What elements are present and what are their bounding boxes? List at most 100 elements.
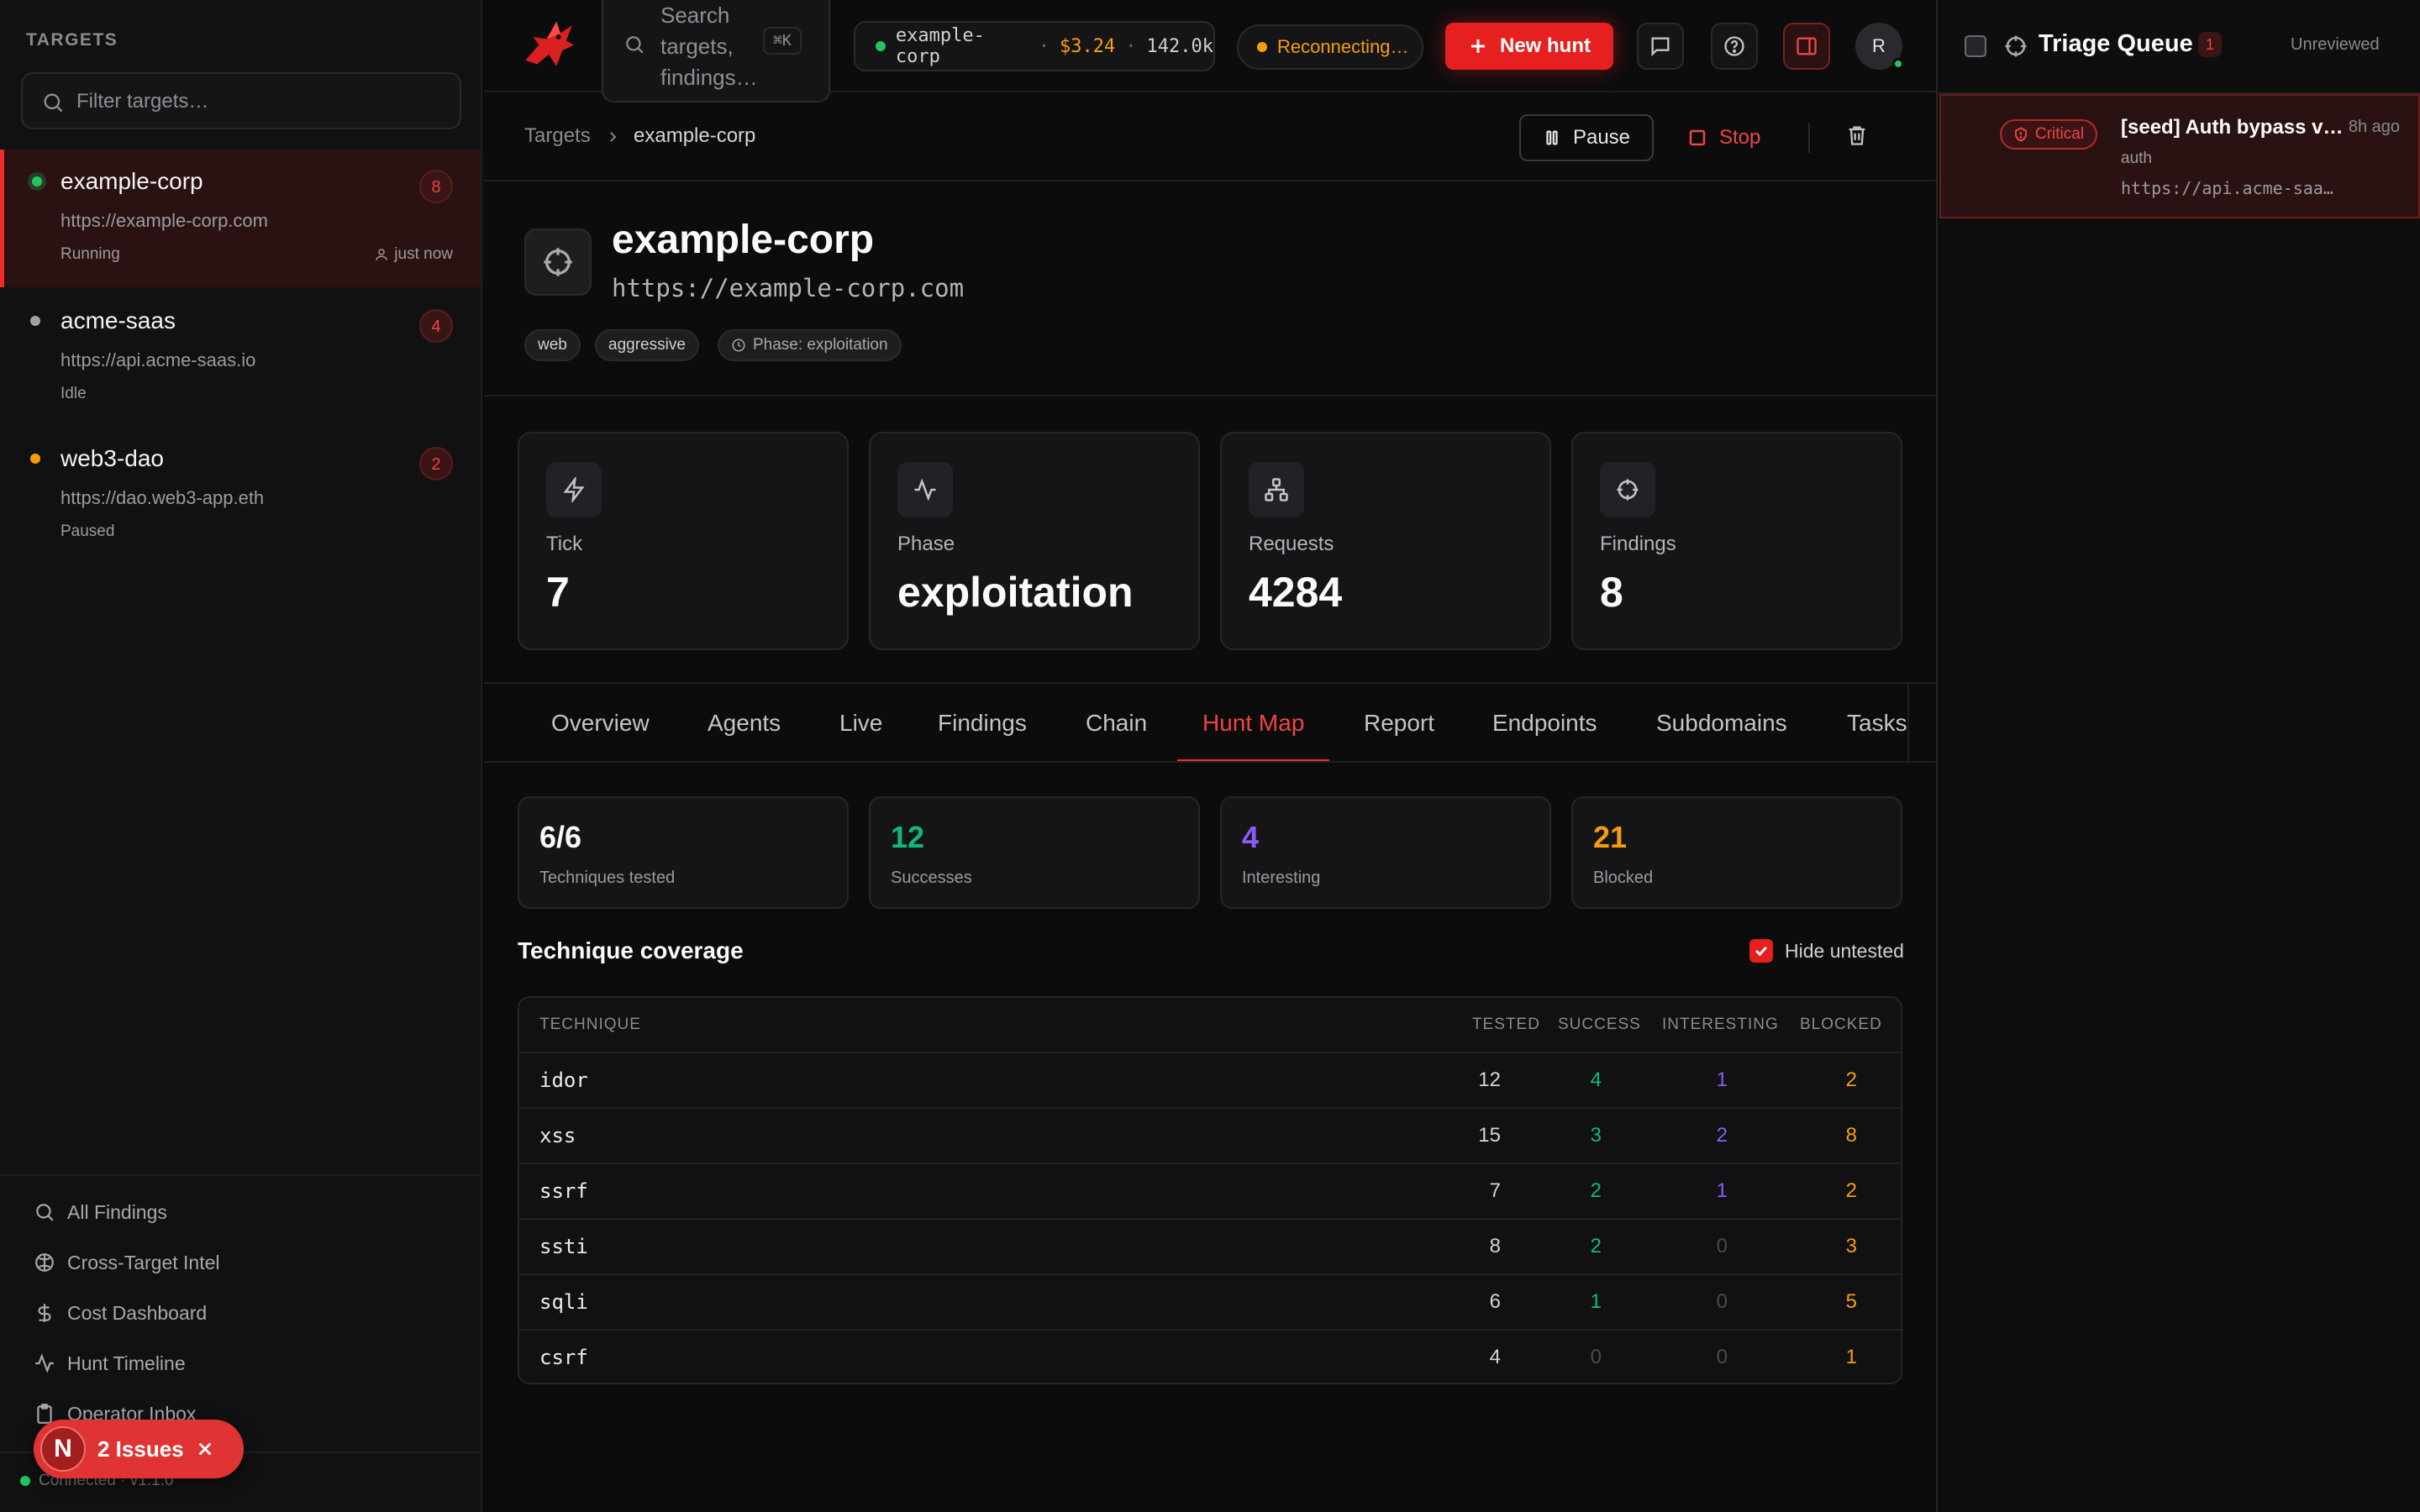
blocked-count: 2: [1845, 1179, 1857, 1202]
tab-agents[interactable]: Agents: [708, 684, 781, 761]
tab-endpoints[interactable]: Endpoints: [1492, 684, 1597, 761]
tested-count: 7: [1489, 1179, 1501, 1202]
finding-time: 8h ago: [2348, 118, 2400, 136]
tab-chain[interactable]: Chain: [1086, 684, 1147, 761]
tested-count: 4: [1489, 1346, 1501, 1368]
plus-icon: [1468, 36, 1488, 56]
close-icon[interactable]: [196, 1440, 214, 1458]
pause-button[interactable]: Pause: [1519, 114, 1654, 161]
table-row[interactable]: csrf 4 0 0 1: [519, 1329, 1901, 1383]
global-search[interactable]: Search targets, findings… ⌘K: [602, 0, 830, 102]
tab-overview[interactable]: Overview: [551, 684, 650, 761]
tab-subdomains[interactable]: Subdomains: [1656, 684, 1787, 761]
chat-button[interactable]: [1637, 23, 1684, 70]
tab-live[interactable]: Live: [839, 684, 882, 761]
help-icon: [1723, 34, 1746, 58]
toggle-panel-button[interactable]: [1783, 23, 1830, 70]
breadcrumb-targets[interactable]: Targets: [524, 124, 591, 148]
success-count: 4: [1590, 1068, 1602, 1091]
tab-tasks[interactable]: Tasks: [1847, 684, 1907, 761]
target-status: Paused: [60, 522, 115, 540]
target-item-web3-dao[interactable]: web3-dao https://dao.web3-app.eth Paused…: [0, 427, 481, 564]
stat-value: 8: [1600, 569, 1623, 616]
hide-untested-checkbox[interactable]: [1749, 939, 1773, 963]
section-title: Technique coverage: [518, 937, 744, 963]
dollar-icon: [34, 1302, 55, 1324]
table-row[interactable]: idor 12 4 1 2: [519, 1052, 1901, 1107]
pause-label: Pause: [1572, 126, 1631, 149]
interesting-count: 0: [1716, 1346, 1728, 1368]
stop-button[interactable]: Stop: [1687, 114, 1780, 161]
success-count: 3: [1590, 1124, 1602, 1147]
summary-label: Interesting: [1242, 869, 1321, 887]
user-avatar[interactable]: R: [1855, 23, 1904, 70]
reconnecting-badge: Reconnecting…: [1237, 24, 1423, 70]
trash-icon[interactable]: [1845, 123, 1869, 148]
table-row[interactable]: ssrf 7 2 1 2: [519, 1163, 1901, 1218]
stat-label: Phase: [897, 533, 955, 555]
crosshair-icon: [1600, 462, 1655, 517]
table-row[interactable]: sqli 6 1 0 5: [519, 1273, 1901, 1329]
activity-icon: [34, 1352, 55, 1374]
success-count: 1: [1590, 1290, 1602, 1313]
status-dot: [876, 41, 886, 51]
filter-targets-field[interactable]: [21, 72, 461, 129]
triage-item[interactable]: Critical [seed] Auth bypass v… 8h ago au…: [1939, 94, 2420, 218]
page-title: example-corp: [612, 218, 875, 262]
triage-count-badge: 1: [2198, 32, 2222, 57]
nav-hunt-timeline[interactable]: Hunt Timeline: [34, 1347, 186, 1380]
nav-all-findings[interactable]: All Findings: [34, 1195, 167, 1229]
column-header-success: SUCCESS: [1558, 1016, 1641, 1033]
hunt-status-chip[interactable]: example-corp · $3.24 · 142.0k: [854, 21, 1215, 71]
action-divider: [1808, 123, 1810, 153]
target-url: https://example-corp.com: [612, 274, 965, 302]
triage-filter[interactable]: Unreviewed: [2291, 35, 2380, 55]
search-icon: [41, 91, 65, 114]
tab-findings[interactable]: Findings: [938, 684, 1027, 761]
blocked-count: 2: [1845, 1068, 1857, 1091]
target-activity: just now: [374, 245, 453, 264]
hide-untested-label: Hide untested: [1785, 939, 1904, 962]
network-icon: [1249, 462, 1304, 517]
warning-dot: [1257, 42, 1267, 52]
top-bar: Search targets, findings… ⌘K example-cor…: [484, 0, 1936, 102]
tab-hunt-map[interactable]: Hunt Map: [1176, 684, 1330, 761]
select-all-checkbox[interactable]: [1965, 35, 1986, 57]
hide-untested-toggle[interactable]: Hide untested: [1749, 939, 1904, 963]
avatar-initial: R: [1872, 35, 1886, 56]
tested-count: 12: [1478, 1068, 1501, 1091]
target-name: web3-dao: [60, 445, 164, 471]
search-icon: [623, 34, 645, 55]
table-row[interactable]: xss 15 3 2 8: [519, 1107, 1901, 1163]
tab-report[interactable]: Report: [1364, 684, 1434, 761]
summary-label: Successes: [891, 869, 972, 887]
summary-blocked: 21 Blocked: [1571, 796, 1902, 909]
filter-targets-input[interactable]: [76, 82, 446, 121]
table-row[interactable]: ssti 8 2 0 3: [519, 1218, 1901, 1273]
sidebar-divider: [0, 1174, 481, 1176]
column-header-technique: TECHNIQUE: [539, 1016, 641, 1033]
target-item-acme-saas[interactable]: acme-saas https://api.acme-saas.io Idle …: [0, 289, 481, 427]
nav-cross-target-intel[interactable]: Cross-Target Intel: [34, 1246, 220, 1279]
stop-icon: [1687, 128, 1707, 148]
findings-count-badge: 8: [419, 170, 453, 203]
issues-label: 2 Issues: [97, 1436, 184, 1462]
stop-label: Stop: [1719, 126, 1761, 149]
summary-label: Blocked: [1593, 869, 1654, 887]
target-item-example-corp[interactable]: example-corp https://example-corp.com Ru…: [0, 150, 481, 287]
help-button[interactable]: [1711, 23, 1758, 70]
column-header-tested: TESTED: [1472, 1016, 1540, 1033]
interesting-count: 1: [1716, 1179, 1728, 1202]
stat-card-findings: Findings 8: [1571, 432, 1902, 650]
nav-cost-dashboard[interactable]: Cost Dashboard: [34, 1296, 207, 1330]
issues-pill[interactable]: N 2 Issues: [34, 1420, 244, 1478]
interesting-count: 1: [1716, 1068, 1728, 1091]
app-logo-icon[interactable]: [518, 12, 580, 74]
new-hunt-button[interactable]: New hunt: [1445, 23, 1613, 70]
technique-name: idor: [539, 1068, 588, 1092]
tab-bar: Overview Agents Live Findings Chain Hunt…: [484, 682, 1938, 763]
target-name: acme-saas: [60, 307, 176, 333]
separator: ·: [1038, 35, 1050, 57]
success-count: 2: [1590, 1235, 1602, 1257]
stat-label: Tick: [546, 533, 583, 555]
